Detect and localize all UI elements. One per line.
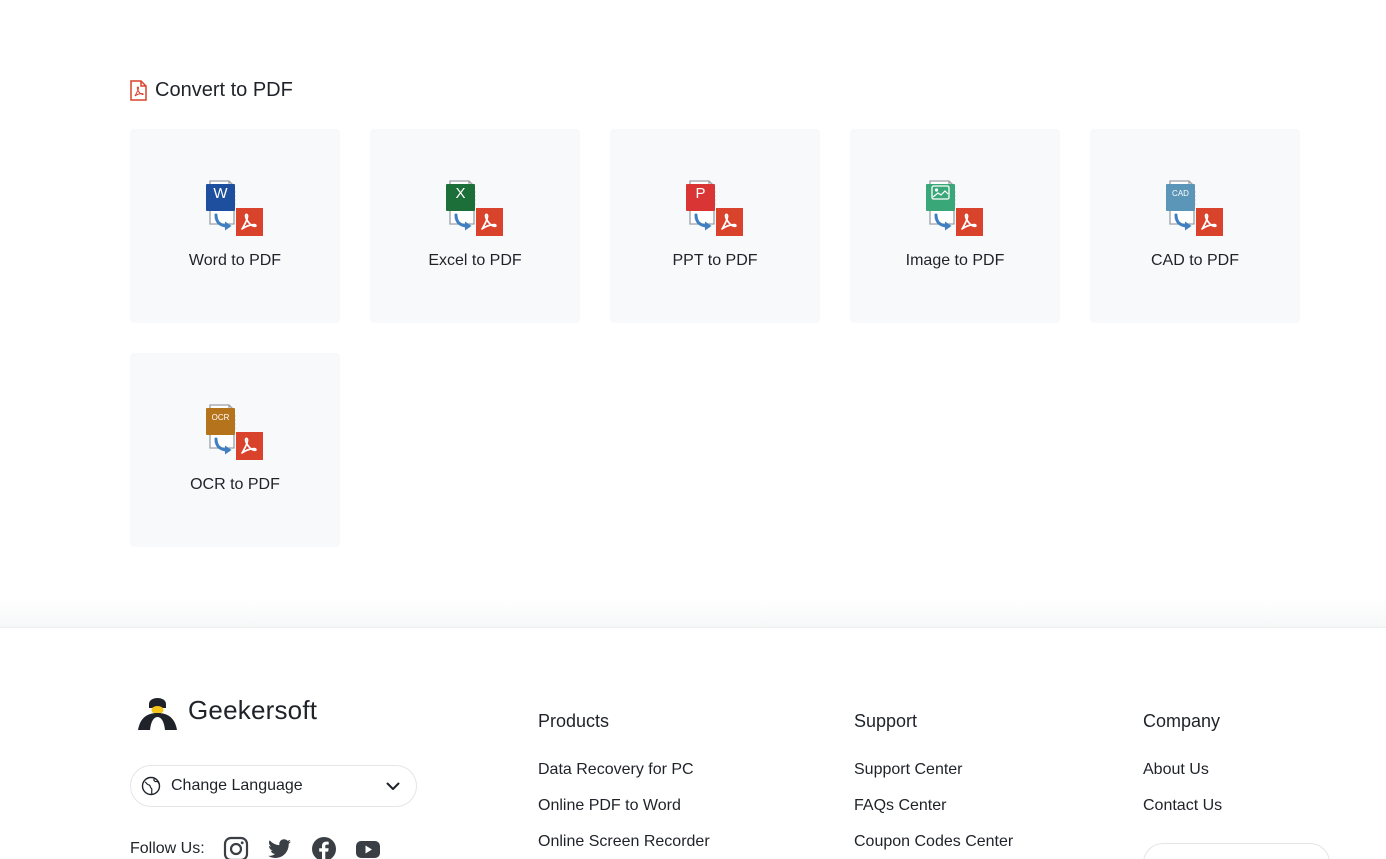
- pdf-file-icon: [130, 80, 147, 101]
- change-language-label: Change Language: [171, 777, 303, 794]
- footer-divider: [0, 627, 1386, 628]
- brand-name: Geekersoft: [188, 694, 318, 725]
- footer-column-products: Products Data Recovery for PC Online PDF…: [538, 708, 710, 854]
- footer-link[interactable]: Online PDF to Word: [538, 794, 710, 818]
- footer-link[interactable]: FAQs Center: [854, 794, 1013, 818]
- excel-to-pdf-icon: X: [446, 180, 503, 236]
- section-title-text: Convert to PDF: [155, 79, 293, 101]
- footer-column-company: Company About Us Contact Us: [1143, 708, 1222, 818]
- footer-select-partial[interactable]: [1143, 843, 1330, 859]
- globe-icon: [141, 776, 161, 796]
- converter-card-label: OCR to PDF: [190, 476, 280, 493]
- converter-card[interactable]: W Word to PDF: [130, 129, 340, 323]
- footer-column-title: Company: [1143, 711, 1221, 731]
- footer-link[interactable]: Coupon Codes Center: [854, 830, 1013, 854]
- brand-logo-link[interactable]: Geekersoft: [135, 690, 317, 730]
- ppt-to-pdf-icon: P: [686, 180, 743, 236]
- section-title: Convert to PDF: [130, 79, 293, 102]
- twitter-icon[interactable]: [267, 836, 293, 859]
- footer-link[interactable]: About Us: [1143, 758, 1222, 782]
- footer-column-title: Support: [854, 711, 918, 731]
- word-to-pdf-icon: W: [206, 180, 263, 236]
- footer-link[interactable]: Data Recovery for PC: [538, 758, 710, 782]
- facebook-icon[interactable]: [311, 836, 337, 859]
- converter-card[interactable]: OCR OCR to PDF: [130, 353, 340, 547]
- converter-card-label: Word to PDF: [188, 252, 282, 269]
- converter-card[interactable]: Image to PDF: [850, 129, 1060, 323]
- follow-us-label: Follow Us:: [130, 840, 205, 857]
- converter-card[interactable]: X Excel to PDF: [370, 129, 580, 323]
- change-language-select[interactable]: Change Language: [130, 765, 417, 807]
- converter-card-label: Excel to PDF: [428, 252, 522, 269]
- icon-badge-text: X: [455, 185, 465, 202]
- chevron-down-icon: [386, 782, 400, 790]
- geekersoft-logo-icon: [138, 698, 177, 730]
- icon-badge-text: W: [213, 185, 228, 202]
- converter-card[interactable]: CAD CAD to PDF: [1090, 129, 1300, 323]
- ocr-to-pdf-icon: OCR: [206, 404, 263, 460]
- icon-badge-text: P: [695, 185, 705, 202]
- cad-to-pdf-icon: CAD: [1166, 180, 1223, 236]
- footer-column-title: Products: [538, 711, 610, 731]
- icon-badge-text: CAD: [1172, 189, 1189, 198]
- converter-card-label: CAD to PDF: [1150, 252, 1239, 269]
- follow-us-row: Follow Us:: [130, 836, 381, 859]
- converter-card-label: Image to PDF: [905, 252, 1005, 269]
- footer-link[interactable]: Contact Us: [1143, 794, 1222, 818]
- footer-link[interactable]: Online Screen Recorder: [538, 830, 710, 854]
- icon-badge-text: OCR: [212, 413, 230, 422]
- footer-column-support: Support Support Center FAQs Center Coupo…: [854, 708, 1013, 854]
- footer-fade: [0, 598, 1386, 628]
- youtube-icon[interactable]: [355, 836, 381, 859]
- instagram-icon[interactable]: [223, 836, 249, 859]
- footer-link[interactable]: Support Center: [854, 758, 1013, 782]
- image-to-pdf-icon: [926, 180, 983, 236]
- converter-card[interactable]: P PPT to PDF: [610, 129, 820, 323]
- converter-card-label: PPT to PDF: [672, 252, 758, 269]
